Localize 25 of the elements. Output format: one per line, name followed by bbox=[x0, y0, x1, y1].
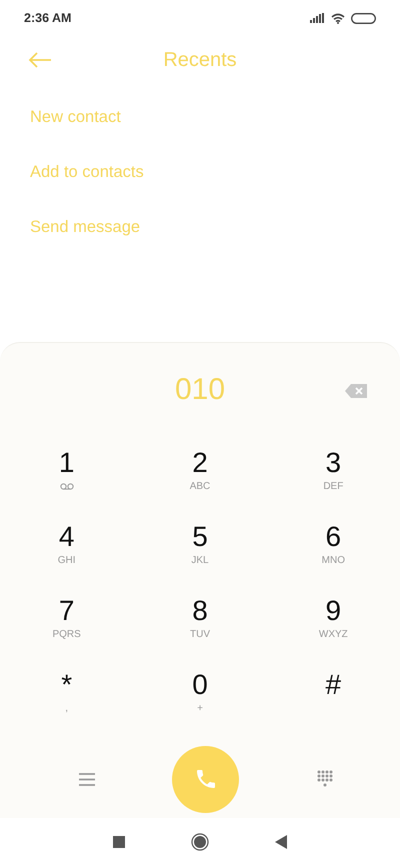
dial-key[interactable]: 3 DEF bbox=[266, 436, 400, 510]
battery-icon bbox=[351, 12, 376, 24]
dial-key[interactable]: * , bbox=[0, 658, 134, 732]
dial-key[interactable]: 1 bbox=[0, 436, 134, 510]
dialed-number: 010 bbox=[174, 372, 226, 407]
dial-key[interactable]: 2 ABC bbox=[133, 436, 267, 510]
dial-key[interactable]: 5 JKL bbox=[133, 510, 267, 584]
signal-icon bbox=[310, 13, 325, 23]
back-arrow-icon[interactable] bbox=[28, 52, 52, 68]
dial-key[interactable]: 9 WXYZ bbox=[266, 584, 400, 658]
page-title: Recents bbox=[163, 48, 237, 72]
dialpad-icon[interactable] bbox=[317, 770, 334, 788]
wifi-icon bbox=[331, 12, 345, 24]
dial-key[interactable]: 7 PQRS bbox=[0, 584, 134, 658]
home-icon[interactable] bbox=[191, 833, 209, 851]
dial-key[interactable]: # bbox=[266, 658, 400, 732]
backspace-icon[interactable] bbox=[345, 384, 367, 398]
dial-key[interactable]: 6 MNO bbox=[266, 510, 400, 584]
dial-key[interactable]: 0 + bbox=[133, 658, 267, 732]
menu-icon[interactable] bbox=[78, 772, 95, 786]
back-icon[interactable] bbox=[275, 835, 287, 849]
dial-key[interactable]: 8 TUV bbox=[133, 584, 267, 658]
dial-key[interactable]: 4 GHI bbox=[0, 510, 134, 584]
status-time: 2:36 AM bbox=[24, 11, 72, 25]
voicemail-icon bbox=[60, 483, 74, 490]
